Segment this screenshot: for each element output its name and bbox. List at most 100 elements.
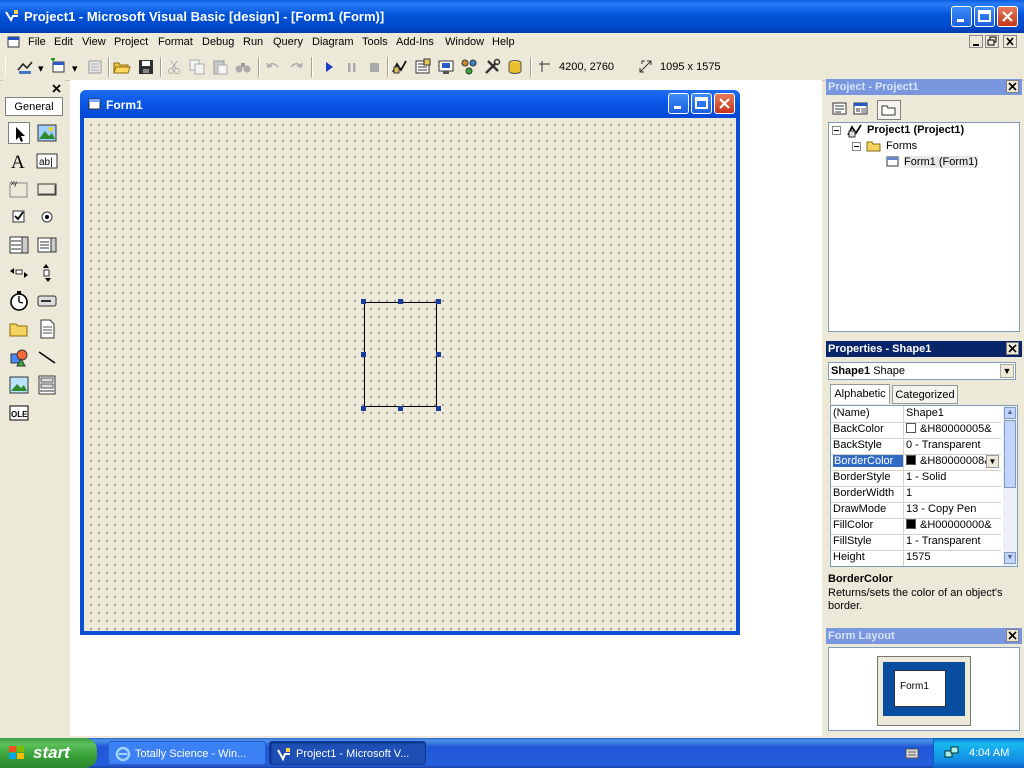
property-value[interactable]: 1575 [906,551,1000,563]
combobox-tool[interactable] [8,234,30,256]
listbox-tool[interactable] [36,234,58,256]
form-layout-button[interactable] [437,58,455,76]
chevron-down-icon[interactable]: ▾ [72,62,78,75]
break-button[interactable] [343,58,361,76]
menu-edit[interactable]: Edit [54,36,73,48]
property-value[interactable]: 13 - Copy Pen [906,503,1000,515]
copy-button[interactable] [188,58,206,76]
toolbox-close-button[interactable] [50,82,63,95]
dirlistbox-tool[interactable] [8,318,30,340]
menu-tools[interactable]: Tools [362,36,388,48]
form-maximize-button[interactable] [691,93,712,114]
property-row[interactable]: BackStyle 0 - Transparent [831,438,1001,455]
property-value[interactable]: 1 - Solid [906,471,1000,483]
resize-handle-w[interactable] [361,352,366,357]
data-tool[interactable] [36,374,58,396]
form-minimize-button[interactable] [668,93,689,114]
resize-handle-e[interactable] [436,352,441,357]
paste-button[interactable] [211,58,229,76]
picturebox-tool[interactable] [36,122,58,144]
resize-handle-ne[interactable] [436,299,441,304]
open-project-button[interactable] [113,58,131,76]
commandbutton-tool[interactable] [36,178,58,200]
properties-window-button[interactable] [414,58,432,76]
property-row[interactable]: DrawMode 13 - Copy Pen [831,502,1001,519]
chevron-down-icon[interactable]: ▼ [986,455,999,468]
scroll-up-icon[interactable]: ▲ [1004,407,1016,419]
property-row[interactable]: BackColor &H80000005& [831,422,1001,439]
toggle-folders-button[interactable] [877,100,901,120]
textbox-tool[interactable]: ab| [36,150,58,172]
undo-button[interactable] [264,58,282,76]
menu-query[interactable]: Query [273,36,303,48]
property-row[interactable]: FillStyle 1 - Transparent [831,534,1001,551]
minimize-button[interactable] [951,6,972,27]
property-value[interactable]: &H80000005& [906,423,1000,435]
view-code-icon[interactable] [832,102,848,116]
resize-handle-se[interactable] [436,406,441,411]
menu-diagram[interactable]: Diagram [312,36,354,48]
chevron-down-icon[interactable]: ▼ [1000,364,1014,378]
add-project-button[interactable] [16,58,34,76]
close-button[interactable] [997,6,1018,27]
object-browser-button[interactable] [460,58,478,76]
tab-alphabetic[interactable]: Alphabetic [830,384,890,404]
menu-file[interactable]: File [28,36,46,48]
resize-handle-nw[interactable] [361,299,366,304]
start-button[interactable] [320,58,338,76]
view-object-icon[interactable] [853,102,869,116]
save-project-button[interactable] [137,58,155,76]
drivelistbox-tool[interactable] [36,290,58,312]
find-button[interactable] [234,58,252,76]
resize-handle-s[interactable] [398,406,403,411]
property-value[interactable]: Shape1 [906,407,1000,419]
resize-handle-n[interactable] [398,299,403,304]
cut-button[interactable] [165,58,183,76]
filelistbox-tool[interactable] [36,318,58,340]
scroll-thumb[interactable] [1004,420,1016,488]
optionbutton-tool[interactable] [36,206,58,228]
toolbox-tab-general[interactable]: General [5,97,63,116]
project-explorer-button[interactable] [391,58,409,76]
menu-window[interactable]: Window [445,36,484,48]
redo-button[interactable] [287,58,305,76]
scroll-down-icon[interactable]: ▼ [1004,552,1016,564]
task-project1-vb[interactable]: Project1 - Microsoft V... [269,741,426,765]
chevron-down-icon[interactable]: ▾ [38,62,44,75]
form-title-bar[interactable]: Form1 [80,90,740,118]
clock[interactable]: 4:04 AM [969,747,1009,759]
tree-project-root[interactable]: Project1 (Project1) [867,124,964,136]
form-layout-preview[interactable]: Form1 [894,670,946,707]
property-row[interactable]: BorderWidth 1 [831,486,1001,503]
timer-tool[interactable] [8,290,30,312]
maximize-button[interactable] [974,6,995,27]
toolbox-button[interactable] [483,58,501,76]
menu-help[interactable]: Help [492,36,515,48]
line-tool[interactable] [36,346,58,368]
shape1-control[interactable] [364,302,437,407]
menu-debug[interactable]: Debug [202,36,234,48]
menu-add-ins[interactable]: Add-Ins [396,36,434,48]
properties-pane-close-button[interactable] [1006,342,1019,355]
property-value[interactable]: 1 - Transparent [906,535,1000,547]
object-selector-dropdown[interactable]: Shape1 Shape ▼ [828,362,1016,380]
form-designer-window[interactable]: Form1 [80,90,740,635]
property-value[interactable]: 0 - Transparent [906,439,1000,451]
menu-editor-button[interactable] [86,58,104,76]
end-button[interactable] [365,58,383,76]
properties-scrollbar[interactable]: ▲ ▼ [1003,406,1017,566]
data-view-button[interactable] [506,58,524,76]
label-tool[interactable]: A [8,150,30,172]
ole-tool[interactable]: OLE [8,402,30,424]
property-row[interactable]: BorderStyle 1 - Solid [831,470,1001,487]
form-close-button[interactable] [714,93,735,114]
form-layout-close-button[interactable] [1006,629,1019,642]
network-icon[interactable] [944,746,960,760]
pointer-tool[interactable] [8,122,30,144]
property-row[interactable]: Height 1575 [831,550,1001,566]
vscrollbar-tool[interactable] [36,262,58,284]
menu-format[interactable]: Format [158,36,193,48]
project-tree[interactable]: Project1 (Project1) Forms Form1 (Form1) [828,122,1020,332]
menu-view[interactable]: View [82,36,106,48]
start-menu-button[interactable]: start [0,738,97,768]
